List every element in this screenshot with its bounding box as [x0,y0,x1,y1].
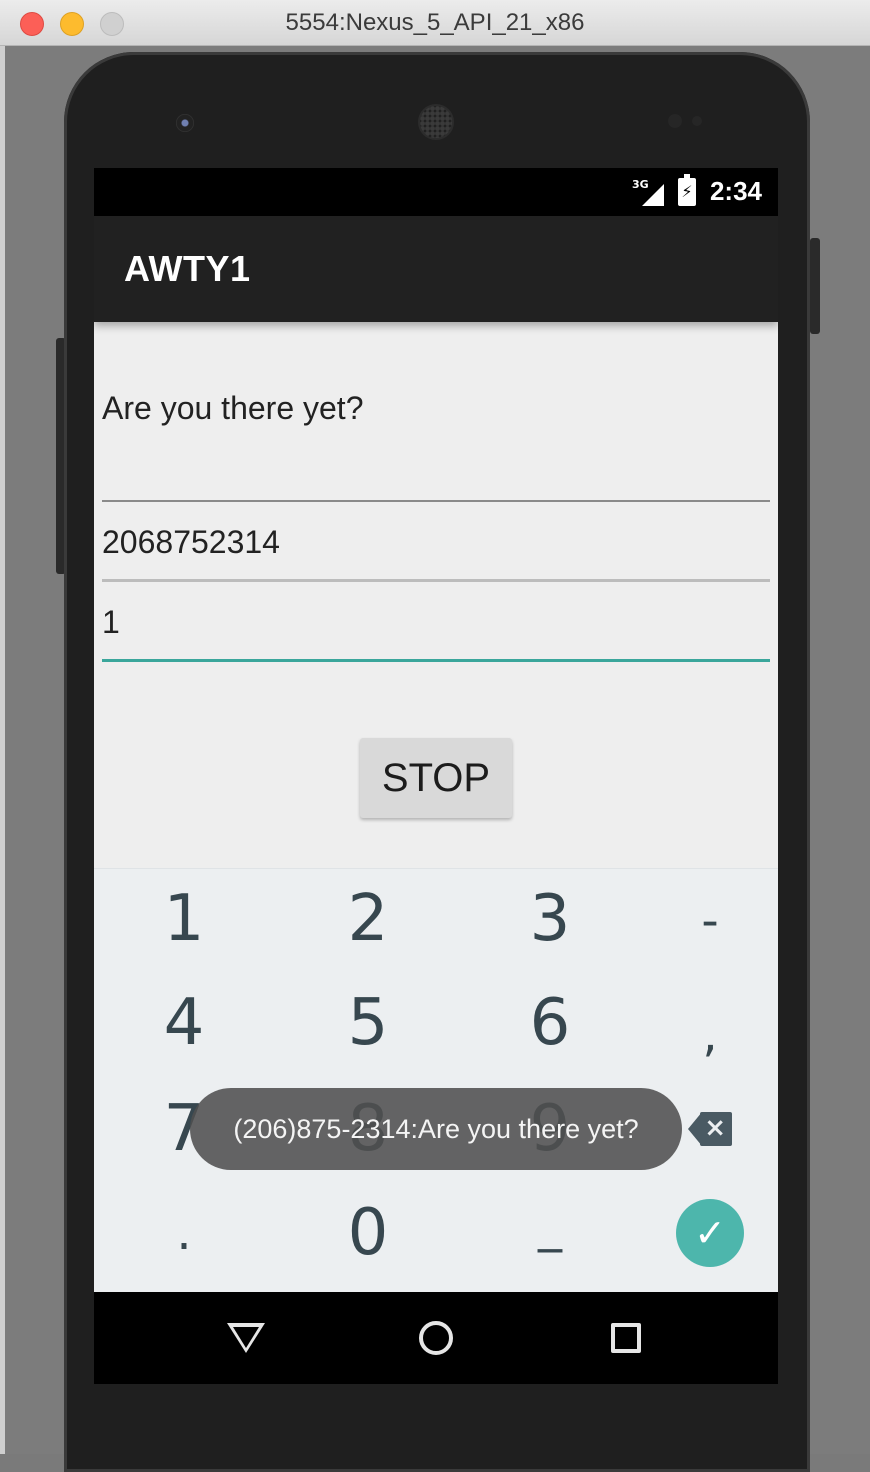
key-5[interactable]: 5 [293,973,443,1073]
recents-icon[interactable] [606,1320,646,1356]
interval-minutes-field[interactable]: 1 [102,604,770,662]
app-bar: AWTY1 [94,216,778,322]
backspace-icon[interactable]: × [688,1112,732,1146]
proximity-sensor-icon [668,114,682,128]
interval-minutes-field-value: 1 [102,604,120,640]
key-4[interactable]: 4 [109,973,259,1073]
key-dash[interactable]: - [635,871,778,971]
home-icon[interactable] [416,1320,456,1356]
window-titlebar: 5554:Nexus_5_API_21_x86 [0,0,870,46]
done-button[interactable]: ✓ [676,1199,744,1267]
key-6[interactable]: 6 [475,973,625,1073]
numeric-keyboard: 1 2 3 - 4 5 6 , 7 8 9 × . 0 _ ✓ [94,868,778,1292]
stop-button[interactable]: STOP [360,738,512,818]
navigation-bar [94,1292,778,1384]
key-2[interactable]: 2 [293,869,443,969]
key-3[interactable]: 3 [475,869,625,969]
background-window-edge [0,46,5,1454]
key-period[interactable]: . [109,1183,259,1283]
key-0[interactable]: 0 [293,1183,443,1283]
check-icon: ✓ [694,1211,726,1255]
status-clock: 2:34 [709,176,762,206]
toast-message: (206)875-2314:Are you there yet? [190,1088,682,1170]
phone-screen: 3G 2:34 AWTY1 Are you there yet? 2068752… [94,168,778,1384]
message-field[interactable]: Are you there yet? [102,390,770,502]
app-title: AWTY1 [124,248,251,289]
front-camera-icon [176,114,194,132]
light-sensor-icon [692,116,702,126]
signal-icon: 3G [632,178,664,206]
battery-charging-icon [677,173,696,206]
speaker-grille-icon [418,104,454,140]
window-title: 5554:Nexus_5_API_21_x86 [285,9,585,36]
key-1[interactable]: 1 [109,869,259,969]
status-bar: 3G 2:34 [94,168,778,216]
key-comma[interactable]: , [635,985,778,1085]
phone-number-field[interactable]: 2068752314 [102,524,770,582]
message-field-value: Are you there yet? [102,390,364,426]
power-button[interactable] [810,238,820,334]
phone-number-field-value: 2068752314 [102,524,280,560]
key-underscore[interactable]: _ [475,1175,625,1275]
back-icon[interactable] [226,1320,266,1356]
